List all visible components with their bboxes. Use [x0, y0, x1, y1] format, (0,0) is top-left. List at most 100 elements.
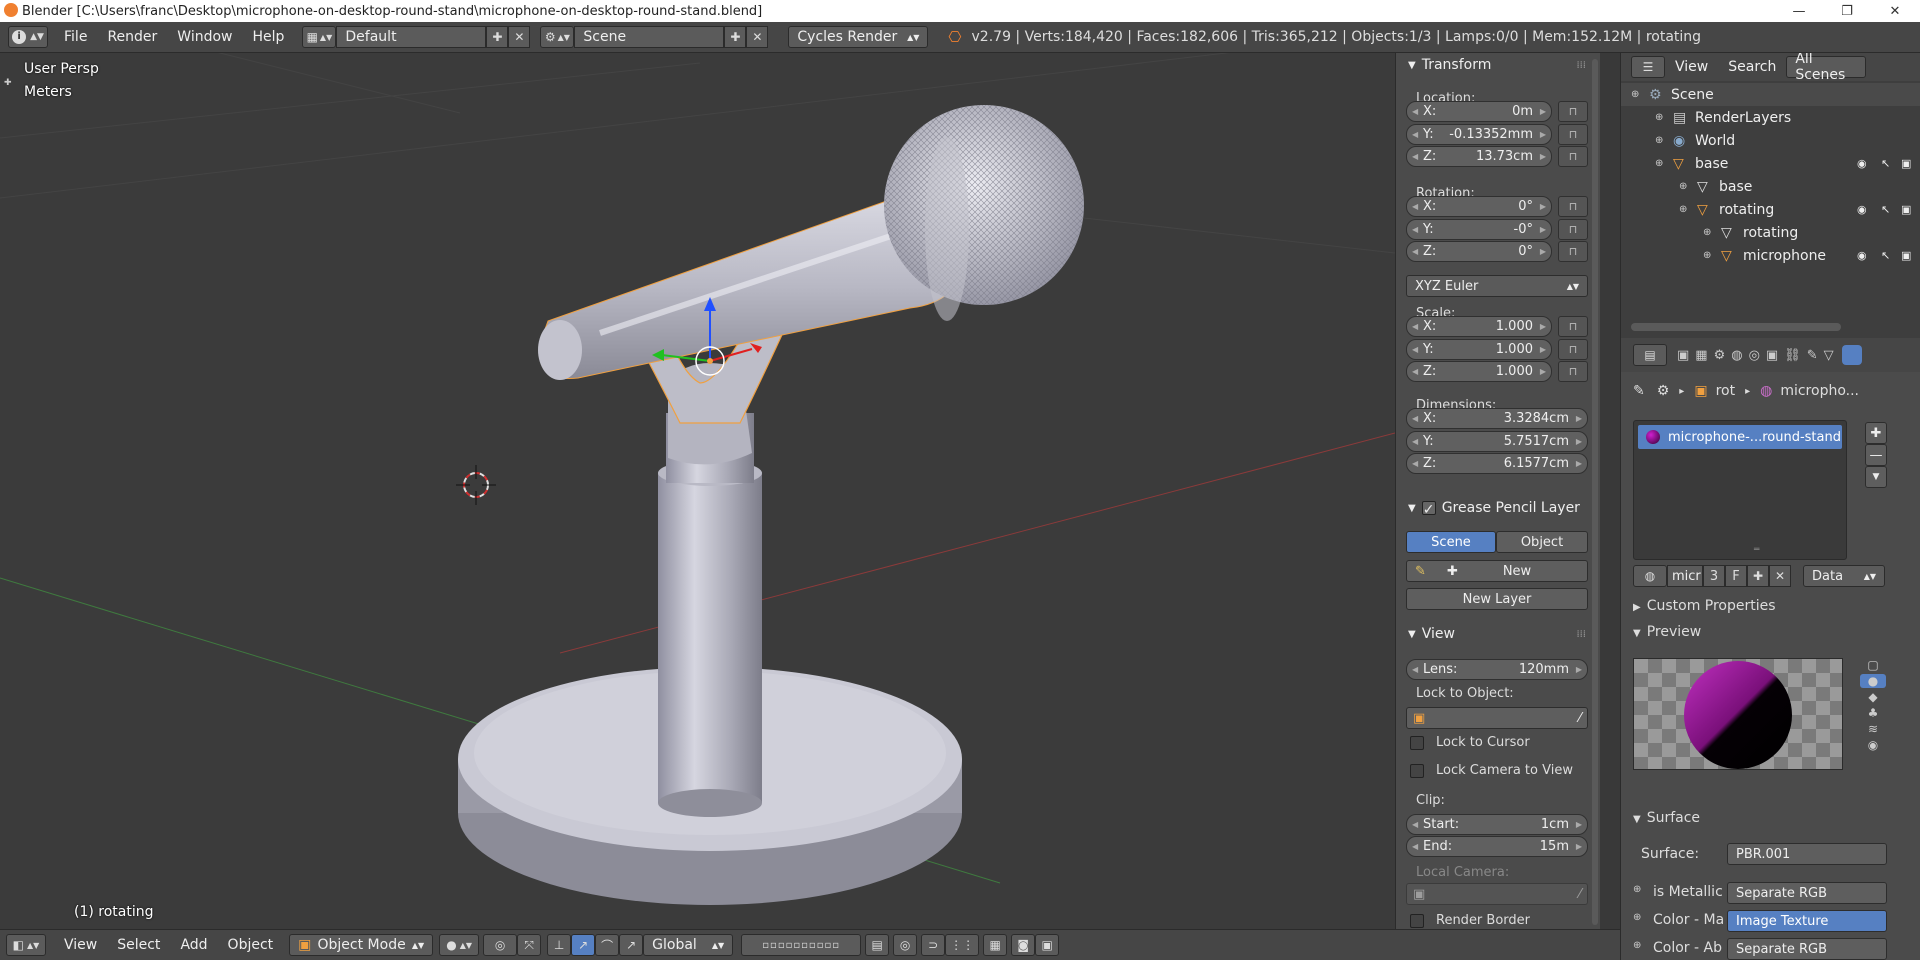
context-tabs-icon[interactable]: ▣▦⚙◍◎▣⛓✎▽ [1677, 348, 1840, 363]
lock-object-field[interactable]: ▣ ⁄ [1406, 707, 1588, 729]
new-layer-button[interactable]: New Layer [1406, 588, 1588, 610]
transform-panel-header[interactable]: ▼ Transform ⁞⁞⁞ [1396, 53, 1586, 77]
expand-toggle-icon[interactable]: ⊕ [1655, 112, 1663, 123]
visibility-eye-icon[interactable]: ◉ [1857, 157, 1867, 170]
menu-select[interactable]: Select [107, 937, 170, 953]
menu-render[interactable]: Render [97, 29, 167, 45]
orientation-select[interactable]: Global ▲▼ [643, 934, 734, 956]
select-arrow-icon[interactable]: ↖ [1881, 157, 1890, 170]
dimensions-y-field[interactable]: ◀ Y: 5.7517cm ▶ [1406, 430, 1588, 452]
material-browse-button[interactable]: ◍ [1633, 565, 1667, 587]
clip-start-field[interactable]: ◀ Start: 1cm ▶ [1406, 814, 1588, 835]
scale-y-field[interactable]: ◀ Y: 1.000 ▶ [1406, 338, 1552, 360]
layout-field[interactable]: Default [336, 26, 487, 48]
outliner-row[interactable]: ⊕ ◉ World [1621, 129, 1920, 152]
scene-field[interactable]: Scene [574, 26, 725, 48]
location-y-lock-icon[interactable]: ⊓ [1558, 123, 1588, 145]
surface-shader-select[interactable]: PBR.001 [1727, 843, 1887, 865]
scale-x-lock-icon[interactable]: ⊓ [1558, 316, 1588, 337]
fake-user-button[interactable]: F [1725, 565, 1747, 587]
close-window-button[interactable]: ✕ [1872, 0, 1918, 22]
material-slot-list[interactable]: microphone-...round-stand ═ [1633, 420, 1847, 560]
select-arrow-icon[interactable]: ↖ [1881, 203, 1890, 216]
list-resize-handle[interactable]: ═ [1754, 545, 1759, 555]
editor-type-button[interactable]: i ▲▼ [8, 26, 48, 48]
socket-toggle-icon[interactable]: ⊕ [1633, 940, 1641, 951]
outliner-row[interactable]: ⊕ ▽ base ◉ ↖ ▣ [1621, 152, 1920, 175]
snap-target-button[interactable]: ▦ [983, 934, 1008, 956]
dimensions-x-field[interactable]: ◀ X: 3.3284cm ▶ [1406, 408, 1588, 429]
rotate-toggle[interactable]: ↗ [571, 934, 596, 956]
dimensions-z-field[interactable]: ◀ Z: 6.1577cm ▶ [1406, 453, 1588, 474]
location-z-field[interactable]: ◀ Z: 13.73cm ▶ [1406, 146, 1552, 167]
location-z-lock-icon[interactable]: ⊓ [1558, 146, 1588, 167]
scale-y-lock-icon[interactable]: ⊓ [1558, 338, 1588, 360]
menu-add[interactable]: Add [170, 937, 217, 953]
material-users-button[interactable]: 3 [1703, 565, 1725, 587]
scale-z-field[interactable]: ◀ Z: 1.000 ▶ [1406, 361, 1552, 382]
socket-toggle-icon[interactable]: ⊕ [1633, 884, 1641, 895]
outliner-row[interactable]: ⊕ ⚙ Scene [1621, 83, 1920, 106]
material-slot-item[interactable]: microphone-...round-stand [1638, 425, 1842, 449]
surface-panel-header[interactable]: ▼ Surface [1633, 810, 1700, 826]
snap-element-select[interactable]: ⋮⋮ [945, 934, 980, 956]
remove-slot-button[interactable]: — [1865, 444, 1887, 466]
expand-toggle-icon[interactable]: ⊕ [1631, 89, 1639, 100]
viewport-scene[interactable] [0, 53, 1395, 929]
render-border-checkbox[interactable] [1410, 914, 1424, 928]
preview-world-icon[interactable]: ◉ [1868, 738, 1878, 752]
expand-toggle-icon[interactable]: ⊕ [1679, 204, 1687, 215]
grease-pencil-checkbox[interactable]: ✓ [1421, 501, 1436, 518]
remove-scene-button[interactable]: ✕ [746, 26, 769, 48]
rotation-mode-select[interactable]: XYZ Euler ▲▼ [1406, 275, 1588, 297]
outliner-row[interactable]: ⊕ ▽ rotating [1621, 221, 1920, 244]
proportional-edit-button[interactable]: ◎ [893, 934, 918, 956]
material-tab-icon[interactable] [1841, 345, 1862, 365]
location-x-field[interactable]: ◀ X: 0m ▶ [1406, 101, 1552, 122]
outliner-row[interactable]: ⊕ ▽ rotating ◉ ↖ ▣ [1621, 198, 1920, 221]
link-select[interactable]: Data ▲▼ [1803, 565, 1885, 587]
menu-window[interactable]: Window [167, 29, 242, 45]
expand-toggle-icon[interactable]: ⊕ [1679, 181, 1687, 192]
shader-input-select[interactable]: Separate RGB [1727, 882, 1887, 904]
rotation-y-lock-icon[interactable]: ⊓ [1558, 218, 1588, 240]
lock-layers-button[interactable]: ▤ [865, 934, 890, 956]
properties-editor-type[interactable]: ▤ [1633, 344, 1667, 366]
rotation-x-field[interactable]: ◀ X: 0° ▶ [1406, 196, 1552, 217]
shader-input-select[interactable]: Separate RGB [1727, 938, 1887, 960]
outliner-row[interactable]: ⊕ ▽ microphone ◉ ↖ ▣ [1621, 244, 1920, 267]
rotation-x-lock-icon[interactable]: ⊓ [1558, 196, 1588, 217]
lock-cursor-checkbox[interactable] [1410, 736, 1424, 750]
pin-icon[interactable]: ✎ [1633, 383, 1645, 399]
material-name-field[interactable]: micr [1667, 565, 1703, 587]
expand-toggle-icon[interactable]: ⊕ [1703, 227, 1711, 238]
lens-field[interactable]: ◀ Lens: 120mm ▶ [1406, 659, 1588, 680]
remove-layout-button[interactable]: ✕ [508, 26, 531, 48]
outliner-editor-type[interactable]: ☰ [1631, 56, 1665, 78]
view-panel-header[interactable]: ▼ View ⁞⁞⁞ [1396, 622, 1586, 646]
expand-toggle-icon[interactable]: ⊕ [1703, 250, 1711, 261]
outliner-search-menu[interactable]: Search [1718, 59, 1786, 75]
manipulator-toggle[interactable]: ⤧ [517, 934, 542, 956]
rotation-z-field[interactable]: ◀ Z: 0° ▶ [1406, 241, 1552, 262]
scale-toggle[interactable]: ⌒ [595, 934, 620, 956]
scene-icon-button[interactable]: ⚙ ▲▼ [540, 26, 575, 48]
visibility-eye-icon[interactable]: ◉ [1857, 249, 1867, 262]
outliner-row[interactable]: ⊕ ▤ RenderLayers [1621, 106, 1920, 129]
preview-cube-icon[interactable]: ◆ [1868, 690, 1877, 704]
outliner-row[interactable]: ⊕ ▽ base [1621, 175, 1920, 198]
npanel-scrollbar[interactable] [1592, 59, 1598, 925]
location-x-lock-icon[interactable]: ⊓ [1558, 101, 1588, 122]
unlink-material-button[interactable]: ✕ [1769, 565, 1791, 587]
menu-view[interactable]: View [54, 937, 107, 953]
toolshelf-toggle-icon[interactable]: ✚ [4, 78, 12, 88]
add-layout-button[interactable]: ✚ [486, 26, 509, 48]
pivot-select[interactable]: ◎ [483, 934, 518, 956]
outliner-filter-select[interactable]: All Scenes [1786, 53, 1867, 83]
clip-end-field[interactable]: ◀ End: 15m ▶ [1406, 836, 1588, 857]
expand-toggle-icon[interactable]: ⊕ [1655, 158, 1663, 169]
3d-viewport[interactable]: User Persp Meters (1) rotating ✚ [0, 53, 1395, 929]
lock-camera-checkbox[interactable] [1410, 764, 1424, 778]
preview-sphere-icon[interactable]: ● [1860, 674, 1886, 688]
shader-input-select[interactable]: Image Texture [1727, 910, 1887, 932]
